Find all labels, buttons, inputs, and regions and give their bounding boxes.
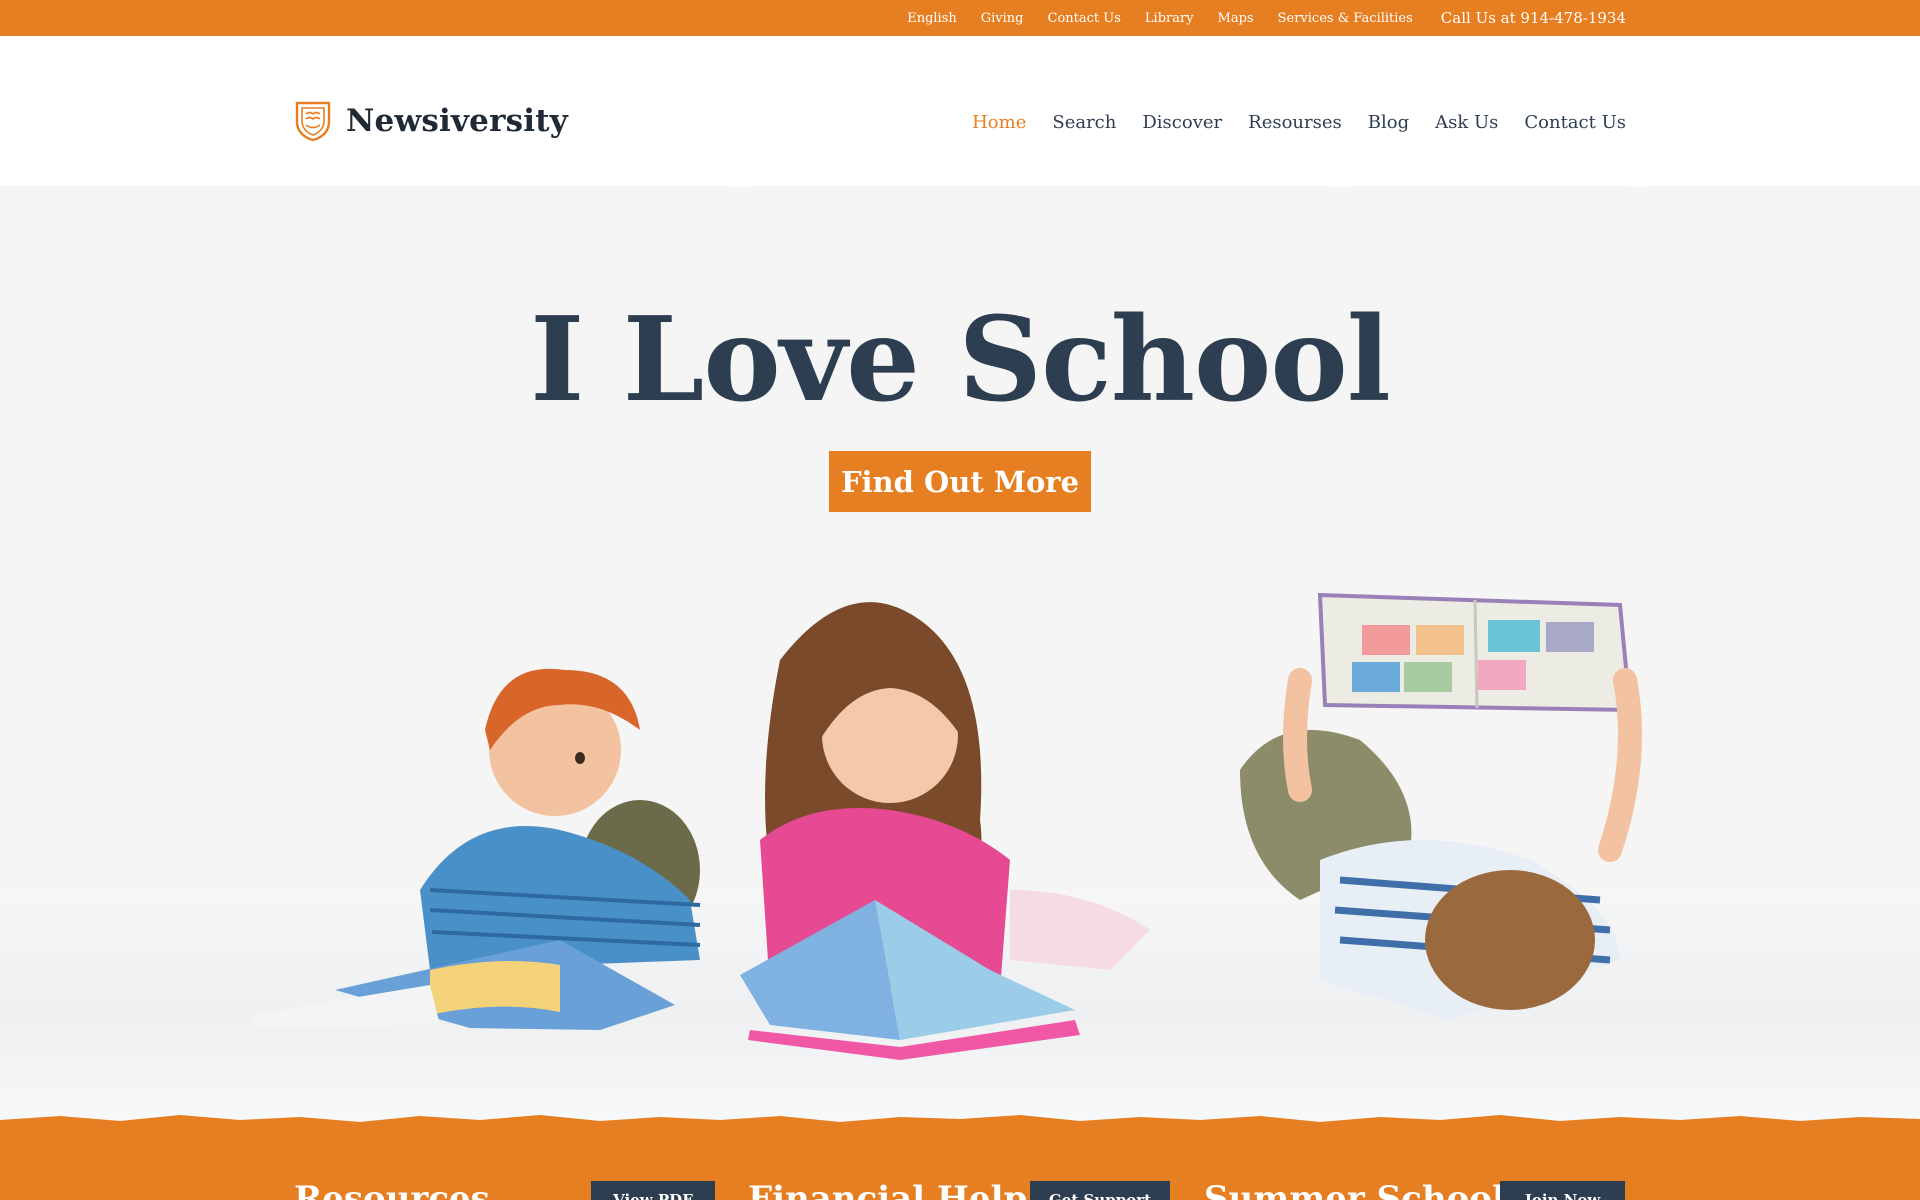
card-title-resources: Resources bbox=[294, 1179, 490, 1200]
view-pdf-button[interactable]: View PDF bbox=[591, 1181, 715, 1200]
nav-item-contact-us[interactable]: Contact Us bbox=[1524, 112, 1626, 133]
nav-item-search[interactable]: Search bbox=[1052, 112, 1116, 133]
main-nav: Home Search Discover Resourses Blog Ask … bbox=[972, 104, 1626, 140]
util-link-library[interactable]: Library bbox=[1145, 11, 1194, 26]
shield-crest-icon bbox=[295, 101, 331, 142]
util-link-english[interactable]: English bbox=[907, 11, 957, 26]
join-now-button[interactable]: Join Now bbox=[1500, 1181, 1625, 1200]
util-link-services-facilities[interactable]: Services & Facilities bbox=[1278, 11, 1413, 26]
card-title-summer-school: Summer School bbox=[1204, 1179, 1505, 1200]
hero-image-children-reading bbox=[0, 592, 1920, 1120]
torn-paper-edge bbox=[0, 170, 1920, 187]
card-title-financial-help: Financial Help bbox=[748, 1179, 1028, 1200]
top-utility-bar: English Giving Contact Us Library Maps S… bbox=[0, 0, 1920, 36]
nav-item-discover[interactable]: Discover bbox=[1142, 112, 1222, 133]
nav-item-blog[interactable]: Blog bbox=[1368, 112, 1409, 133]
find-out-more-button[interactable]: Find Out More bbox=[829, 451, 1091, 512]
phone-number[interactable]: Call Us at 914-478-1934 bbox=[1441, 9, 1626, 27]
util-link-maps[interactable]: Maps bbox=[1218, 11, 1254, 26]
site-header: Newsiversity Home Search Discover Resour… bbox=[0, 36, 1920, 186]
nav-item-home[interactable]: Home bbox=[972, 112, 1026, 133]
info-cards-band: Resources View PDF Financial Help Get Su… bbox=[0, 1122, 1920, 1200]
util-link-giving[interactable]: Giving bbox=[981, 11, 1024, 26]
utility-links: English Giving Contact Us Library Maps S… bbox=[907, 0, 1626, 36]
util-link-contact-us[interactable]: Contact Us bbox=[1048, 11, 1121, 26]
get-support-button[interactable]: Get Support bbox=[1030, 1181, 1170, 1200]
logo-text: Newsiversity bbox=[346, 103, 569, 139]
nav-item-resources[interactable]: Resourses bbox=[1248, 112, 1342, 133]
nav-item-ask-us[interactable]: Ask Us bbox=[1435, 112, 1498, 133]
site-logo[interactable]: Newsiversity bbox=[294, 98, 568, 144]
hero-title: I Love School bbox=[530, 292, 1391, 428]
